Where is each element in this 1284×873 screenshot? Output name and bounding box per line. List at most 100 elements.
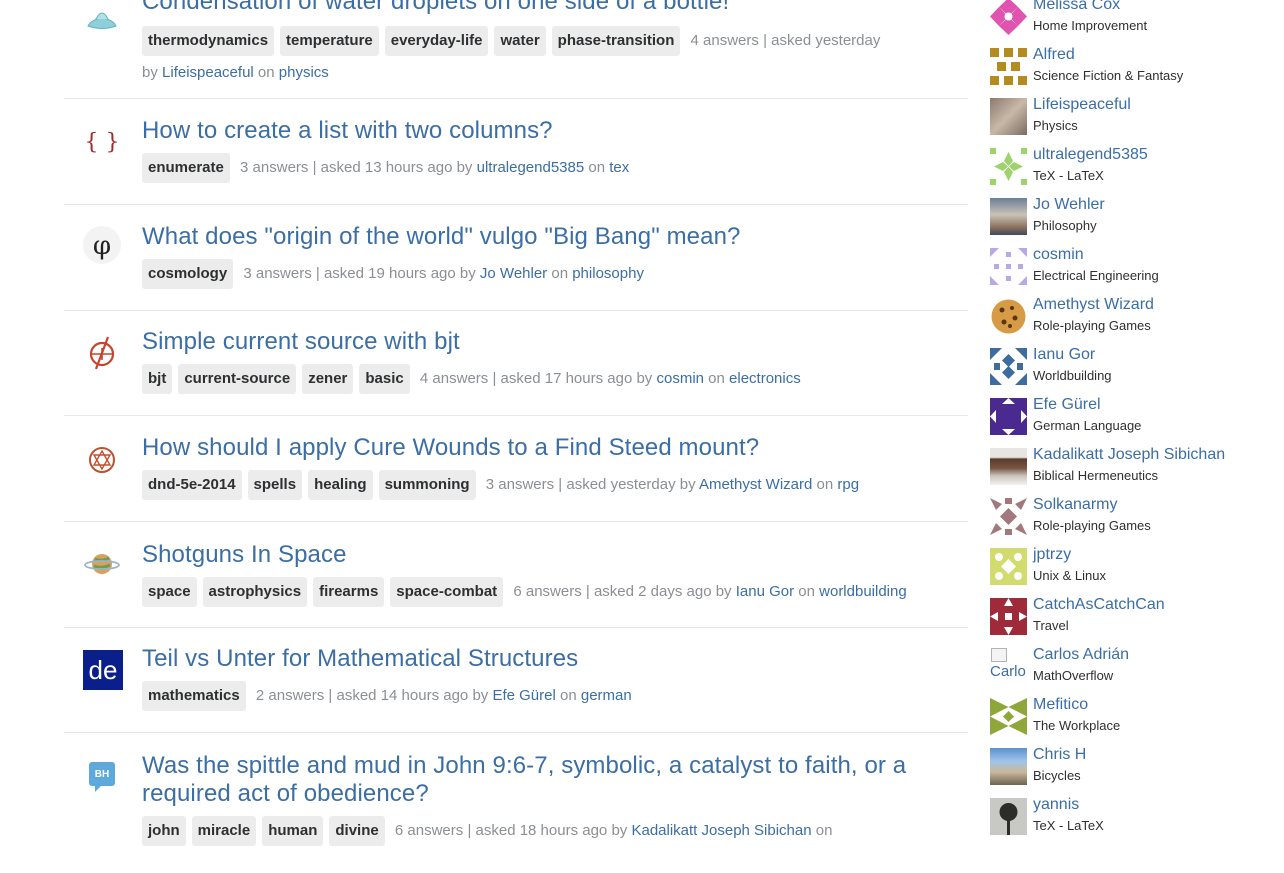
user-avatar[interactable] xyxy=(990,0,1027,35)
site-link[interactable]: tex xyxy=(609,159,629,176)
german-site-icon[interactable]: de xyxy=(83,650,123,690)
philosophy-site-icon[interactable]: φ xyxy=(82,225,122,265)
tag[interactable]: healing xyxy=(308,470,373,500)
author-link[interactable]: Lifeispeaceful xyxy=(162,64,254,81)
user-name-link[interactable]: Amethyst Wizard xyxy=(1033,295,1154,315)
electronics-site-icon[interactable] xyxy=(82,333,122,373)
answer-count: 3 answers xyxy=(240,159,309,176)
tag[interactable]: divine xyxy=(329,816,385,846)
user-avatar[interactable] xyxy=(990,798,1027,835)
question-title[interactable]: Shotguns In Space xyxy=(142,541,968,569)
user-name-link[interactable]: Efe Gürel xyxy=(1033,395,1101,415)
user-name-link[interactable]: Lifeispeaceful xyxy=(1033,95,1131,115)
user-avatar[interactable] xyxy=(990,98,1027,135)
user-avatar[interactable] xyxy=(990,598,1027,635)
by-label: by xyxy=(472,687,489,704)
tag[interactable]: spells xyxy=(247,470,303,500)
user-name-link[interactable]: Mefitico xyxy=(1033,695,1088,715)
tex-site-icon[interactable]: { } xyxy=(82,121,122,161)
author-link[interactable]: Amethyst Wizard xyxy=(699,476,812,493)
site-link[interactable]: physics xyxy=(279,64,329,81)
site-link[interactable]: worldbuilding xyxy=(819,583,907,600)
tag[interactable]: human xyxy=(262,816,324,846)
user-site: TeX - LaTeX xyxy=(1033,168,1104,183)
tag[interactable]: zener xyxy=(302,364,354,394)
tag[interactable]: astrophysics xyxy=(202,577,308,607)
tag[interactable]: current-source xyxy=(178,364,297,394)
question-title[interactable]: How to create a list with two columns? xyxy=(142,117,968,145)
physics-site-icon[interactable] xyxy=(82,0,122,40)
user-avatar-broken-image[interactable]: Carlo xyxy=(990,648,1027,685)
author-link[interactable]: Kadalikatt Joseph Sibichan xyxy=(631,822,811,839)
question-title[interactable]: Simple current source with bjt xyxy=(142,328,968,356)
tag[interactable]: bjt xyxy=(142,364,173,394)
tag[interactable]: summoning xyxy=(378,470,476,500)
tag[interactable]: basic xyxy=(359,364,410,394)
user-name-link[interactable]: Chris H xyxy=(1033,745,1086,765)
site-link[interactable]: rpg xyxy=(837,476,859,493)
user-avatar[interactable] xyxy=(990,48,1027,85)
question-title[interactable]: Teil vs Unter for Mathematical Structure… xyxy=(142,645,968,673)
user-avatar[interactable] xyxy=(990,748,1027,785)
site-link[interactable]: german xyxy=(581,687,632,704)
user-site: German Language xyxy=(1033,418,1142,433)
user-name-link[interactable]: Carlos Adrián xyxy=(1033,645,1129,665)
by-label: by xyxy=(636,370,653,387)
user-avatar[interactable] xyxy=(990,298,1027,335)
author-link[interactable]: Efe Gürel xyxy=(492,687,555,704)
author-link[interactable]: cosmin xyxy=(656,370,704,387)
user-site: Home Improvement xyxy=(1033,18,1148,33)
user-name-link[interactable]: yannis xyxy=(1033,795,1079,815)
tag[interactable]: temperature xyxy=(280,26,379,56)
tag[interactable]: cosmology xyxy=(142,259,234,289)
rpg-site-icon[interactable] xyxy=(82,440,122,480)
user-avatar[interactable] xyxy=(990,348,1027,385)
author-link[interactable]: Ianu Gor xyxy=(736,583,794,600)
tag[interactable]: everyday-life xyxy=(384,26,489,56)
tag[interactable]: phase-transition xyxy=(551,26,681,56)
user-name-link[interactable]: cosmin xyxy=(1033,245,1084,265)
tag[interactable]: water xyxy=(494,26,546,56)
user-name-link[interactable]: Alfred xyxy=(1033,45,1075,65)
tag[interactable]: miracle xyxy=(191,816,257,846)
tag[interactable]: dnd-5e-2014 xyxy=(142,470,242,500)
author-link[interactable]: ultralegend5385 xyxy=(477,159,585,176)
user-avatar[interactable] xyxy=(990,248,1027,285)
user-avatar[interactable] xyxy=(990,148,1027,185)
question-title[interactable]: Condensation of water droplets on one si… xyxy=(142,0,968,16)
question-title[interactable]: Was the spittle and mud in John 9:6-7, s… xyxy=(142,752,968,808)
question-title[interactable]: What does "origin of the world" vulgo "B… xyxy=(142,223,968,251)
user-name-link[interactable]: jptrzy xyxy=(1033,545,1071,565)
svg-text:φ: φ xyxy=(93,231,111,261)
question-title[interactable]: How should I apply Cure Wounds to a Find… xyxy=(142,434,968,462)
user-avatar[interactable] xyxy=(990,198,1027,235)
worldbuilding-site-icon[interactable] xyxy=(82,544,122,584)
user-name-link[interactable]: ultralegend5385 xyxy=(1033,145,1148,165)
user-name-link[interactable]: Solkanarmy xyxy=(1033,495,1117,515)
tag[interactable]: space xyxy=(142,577,197,607)
author-link[interactable]: Jo Wehler xyxy=(480,265,547,282)
site-link[interactable]: electronics xyxy=(729,370,801,387)
user-avatar[interactable] xyxy=(990,698,1027,735)
user-avatar[interactable] xyxy=(990,448,1027,485)
user-item: Alfred Science Fiction & Fantasy xyxy=(990,45,1284,98)
user-site: Science Fiction & Fantasy xyxy=(1033,68,1184,83)
user-site: Philosophy xyxy=(1033,218,1097,233)
tag[interactable]: thermodynamics xyxy=(142,26,275,56)
user-name-link[interactable]: CatchAsCatchCan xyxy=(1033,595,1165,615)
tag[interactable]: enumerate xyxy=(142,153,230,183)
question-item: de Teil vs Unter for Mathematical Struct… xyxy=(64,628,968,733)
tag[interactable]: space-combat xyxy=(390,577,504,607)
tag[interactable]: firearms xyxy=(313,577,385,607)
user-name-link[interactable]: Kadalikatt Joseph Sibichan xyxy=(1033,445,1225,465)
user-name-link[interactable]: Ianu Gor xyxy=(1033,345,1095,365)
user-name-link[interactable]: Melissa Cox xyxy=(1033,0,1120,15)
hermeneutics-site-icon[interactable]: BH xyxy=(82,757,122,797)
tag[interactable]: john xyxy=(142,816,186,846)
user-avatar[interactable] xyxy=(990,498,1027,535)
site-link[interactable]: philosophy xyxy=(572,265,644,282)
tag[interactable]: mathematics xyxy=(142,681,246,711)
user-avatar[interactable] xyxy=(990,548,1027,585)
user-name-link[interactable]: Jo Wehler xyxy=(1033,195,1105,215)
user-avatar[interactable] xyxy=(990,398,1027,435)
